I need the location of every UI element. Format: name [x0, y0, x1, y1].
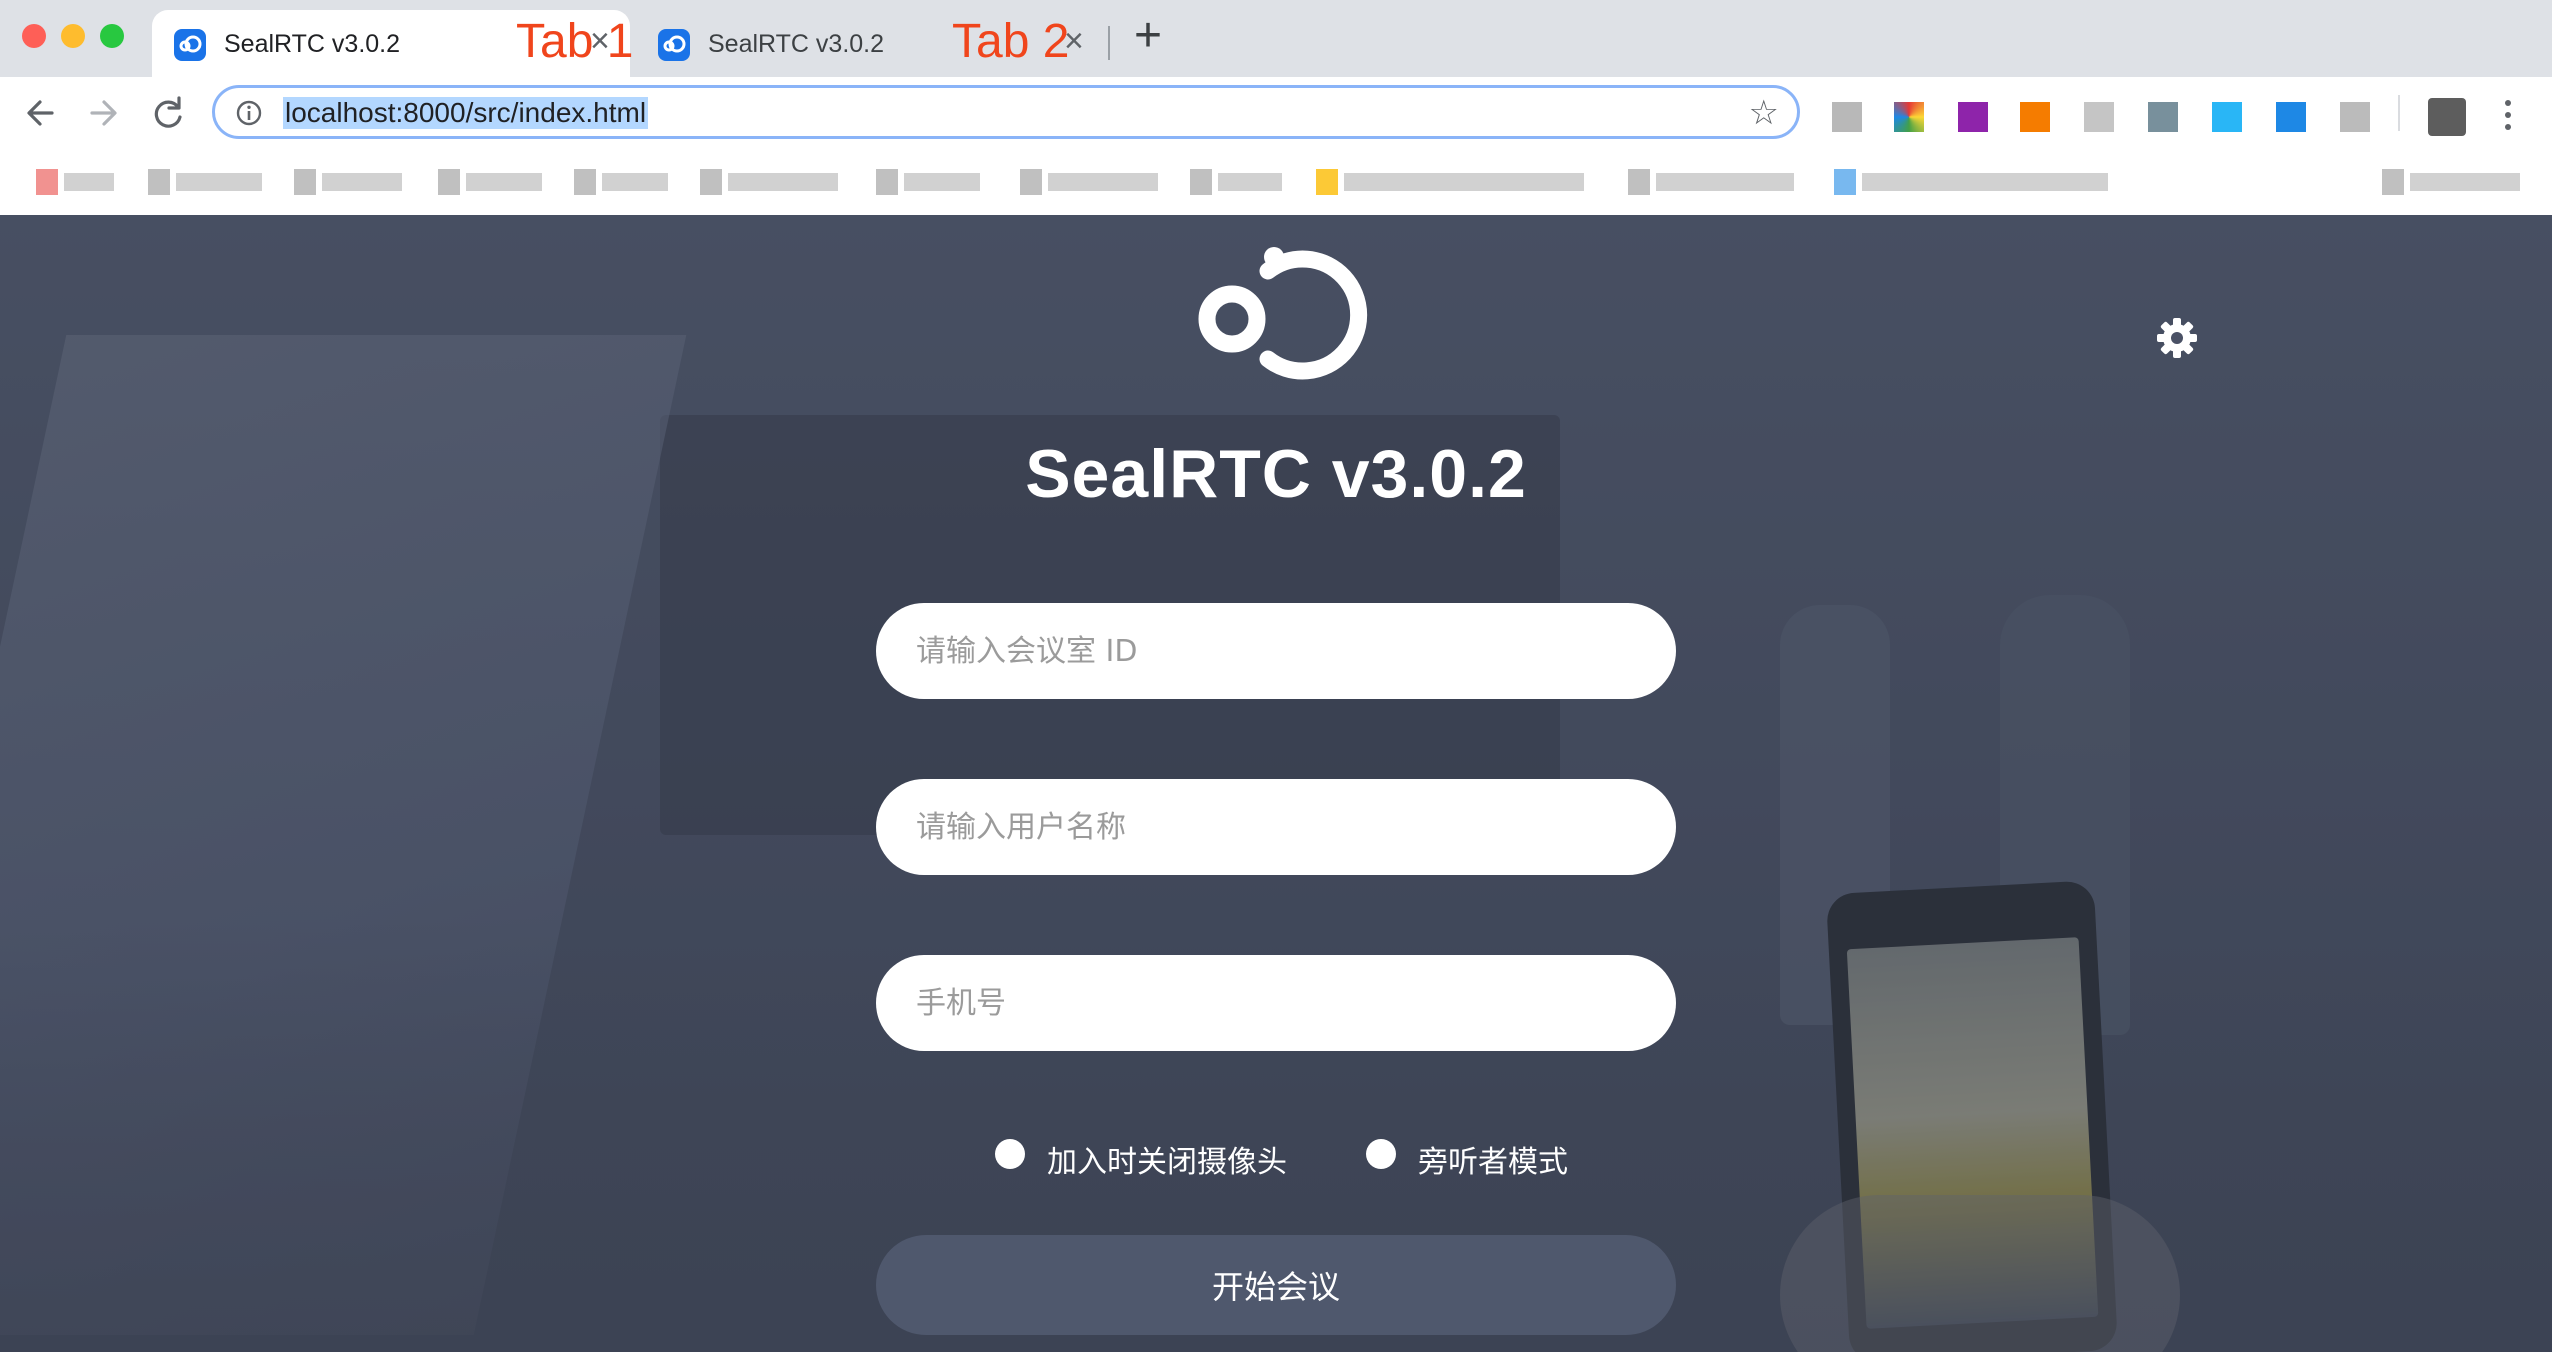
tab-1[interactable]: SealRTC v3.0.2 Tab 1 ×: [152, 10, 634, 77]
toolbar-divider: [2398, 95, 2400, 131]
bookmark-item[interactable]: [1628, 169, 1800, 195]
extension-icon[interactable]: [2340, 102, 2370, 132]
browser-tab-bar: SealRTC v3.0.2 Tab 1 × SealRTC v3.0.2 Ta…: [0, 0, 2552, 77]
address-bar[interactable]: localhost:8000/src/index.html ☆: [212, 85, 1800, 139]
window-zoom-button[interactable]: [100, 24, 124, 48]
extension-icon[interactable]: [2084, 102, 2114, 132]
extension-icon[interactable]: [2020, 102, 2050, 132]
observer-mode-radio[interactable]: [1366, 1139, 1396, 1169]
close-camera-option[interactable]: 加入时关闭摄像头: [995, 1135, 1295, 1180]
forward-icon[interactable]: [80, 89, 128, 137]
tab-2-annotation: Tab 2: [952, 15, 1070, 68]
close-camera-label: 加入时关闭摄像头: [1047, 1145, 1287, 1180]
extension-icon[interactable]: [1894, 102, 1924, 132]
tab-1-title: SealRTC v3.0.2: [224, 30, 401, 58]
bookmark-item[interactable]: [36, 169, 120, 195]
sealrtc-favicon-icon: [658, 29, 690, 61]
bookmarks-bar: [0, 149, 2552, 216]
sealrtc-logo-icon: [1198, 247, 1368, 380]
address-url-text[interactable]: localhost:8000/src/index.html: [283, 97, 649, 129]
bookmark-item[interactable]: [1190, 169, 1288, 195]
bookmark-item[interactable]: [294, 169, 408, 195]
tab-2-close-icon[interactable]: ×: [1064, 22, 1084, 61]
app-title: SealRTC v3.0.2: [1025, 436, 1527, 512]
bookmark-item[interactable]: [2382, 169, 2526, 195]
tab-1-annotation: Tab 1: [516, 15, 634, 68]
login-page: SealRTC v3.0.2 加入时关闭摄像头 旁听者模式 开始会议: [0, 215, 2552, 1352]
close-camera-radio[interactable]: [995, 1139, 1025, 1169]
username-input[interactable]: [876, 779, 1676, 875]
window-minimize-button[interactable]: [61, 24, 85, 48]
phone-input[interactable]: [876, 955, 1676, 1051]
bookmark-item[interactable]: [1316, 169, 1592, 195]
extension-icon[interactable]: [2148, 102, 2178, 132]
site-info-icon[interactable]: [235, 99, 263, 127]
browser-menu-icon[interactable]: [2500, 95, 2516, 135]
tab-1-close-icon[interactable]: ×: [590, 22, 610, 61]
observer-mode-option[interactable]: 旁听者模式: [1366, 1135, 1606, 1180]
profile-avatar[interactable]: [2428, 98, 2466, 136]
extension-icon[interactable]: [1832, 102, 1862, 132]
extension-icon[interactable]: [2212, 102, 2242, 132]
bookmark-item[interactable]: [876, 169, 986, 195]
extension-icon[interactable]: [1958, 102, 1988, 132]
tab-2-title: SealRTC v3.0.2: [708, 30, 885, 58]
bookmark-item[interactable]: [148, 169, 268, 195]
extension-icon[interactable]: [2276, 102, 2306, 132]
observer-mode-label: 旁听者模式: [1418, 1145, 1568, 1180]
reload-icon[interactable]: [144, 89, 192, 137]
bookmark-item[interactable]: [574, 169, 674, 195]
tab-separator: [1108, 26, 1110, 60]
bookmark-item[interactable]: [700, 169, 844, 195]
new-tab-button[interactable]: +: [1134, 12, 1162, 60]
start-meeting-button[interactable]: 开始会议: [876, 1235, 1676, 1335]
tab-2[interactable]: SealRTC v3.0.2 Tab 2 ×: [636, 10, 1114, 77]
room-id-input[interactable]: [876, 603, 1676, 699]
bookmark-item[interactable]: [1020, 169, 1164, 195]
settings-gear-icon[interactable]: [2152, 313, 2202, 363]
window-close-button[interactable]: [22, 24, 46, 48]
back-icon[interactable]: [16, 89, 64, 137]
bookmark-star-icon[interactable]: ☆: [1749, 96, 1779, 130]
browser-toolbar: localhost:8000/src/index.html ☆: [0, 77, 2552, 149]
sealrtc-favicon-icon: [174, 29, 206, 61]
bookmark-item[interactable]: [1834, 169, 2114, 195]
bookmark-item[interactable]: [438, 169, 548, 195]
